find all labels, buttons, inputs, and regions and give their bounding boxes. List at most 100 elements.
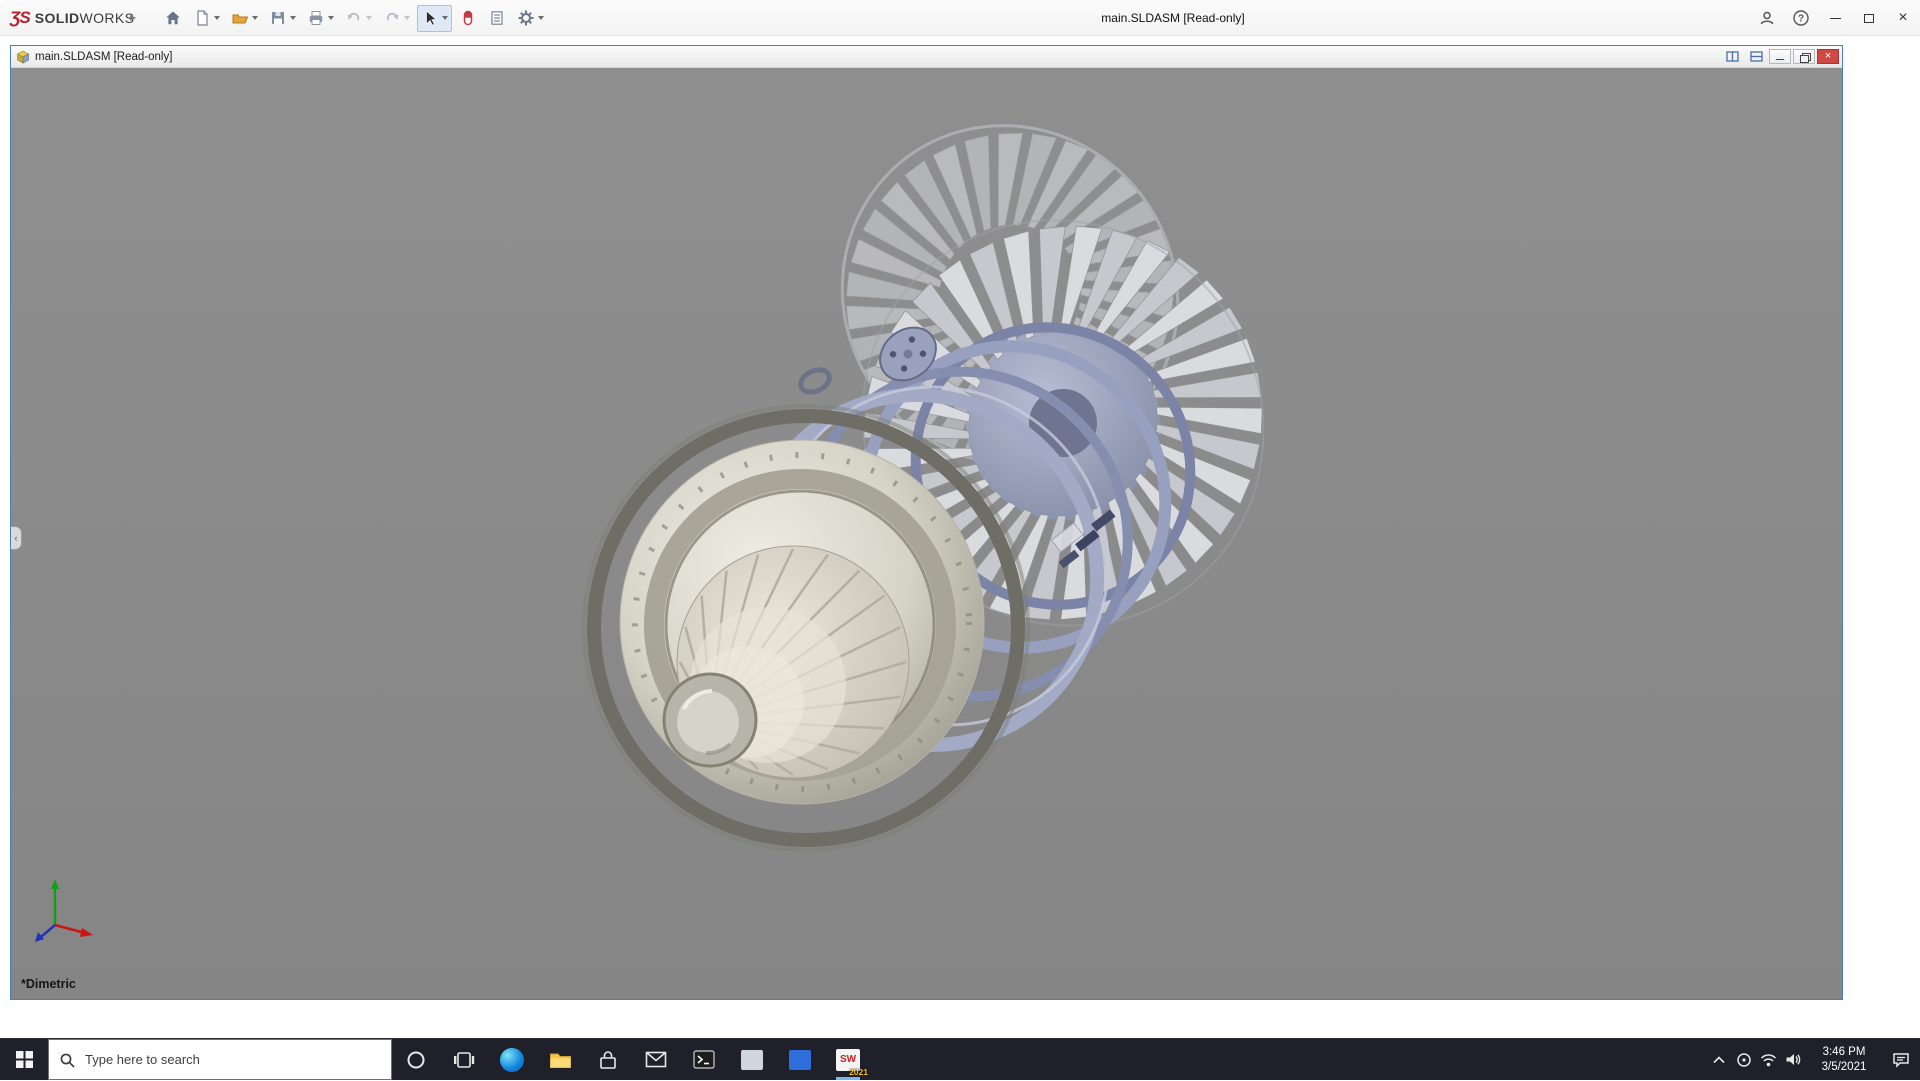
mouse-gestures-button[interactable] (455, 5, 481, 32)
print-button[interactable] (303, 5, 338, 32)
assembly-cube-icon (16, 50, 30, 64)
taskbar-file-explorer[interactable] (536, 1039, 584, 1080)
tray-network[interactable] (1756, 1039, 1781, 1081)
quick-access-toolbar (160, 4, 548, 32)
select-tool-button[interactable] (417, 5, 452, 32)
fan-duct-front (584, 406, 1028, 850)
undo-button[interactable] (341, 5, 376, 32)
tile-vertical-button[interactable] (1721, 49, 1743, 64)
home-icon (164, 9, 182, 27)
document-title: main.SLDASM [Read-only] (35, 51, 1719, 63)
brand-wordmark: SOLIDWORKS (35, 10, 135, 26)
save-button[interactable] (265, 5, 300, 32)
taskbar-app-light[interactable] (728, 1039, 776, 1080)
fan-ghost-stage (774, 68, 1246, 532)
dropdown-arrow-icon[interactable] (214, 16, 220, 20)
options-button[interactable] (484, 5, 510, 32)
open-button[interactable] (227, 5, 262, 32)
new-document-button[interactable] (189, 5, 224, 32)
dropdown-arrow-icon[interactable] (404, 16, 410, 20)
minimize-button[interactable] (1818, 0, 1852, 36)
settings-button[interactable] (513, 5, 548, 32)
taskbar-search[interactable] (48, 1039, 392, 1080)
doc-minimize-button[interactable] (1769, 49, 1791, 64)
taskbar-mail[interactable] (632, 1039, 680, 1080)
app-window-controls: ? × (1750, 0, 1920, 36)
doc-close-button[interactable]: × (1817, 49, 1839, 64)
taskbar-app-blue[interactable] (776, 1039, 824, 1080)
search-icon (59, 1052, 76, 1069)
file-explorer-icon (549, 1050, 572, 1069)
help-button[interactable]: ? (1784, 0, 1818, 36)
orientation-triad[interactable] (27, 867, 111, 947)
search-input[interactable] (49, 1040, 391, 1079)
mouse-icon (459, 9, 477, 27)
restore-icon (1800, 53, 1809, 61)
menu-expand-chevron[interactable]: ▸ (130, 10, 136, 24)
exhaust-cone (664, 546, 909, 778)
taskbar-terminal[interactable] (680, 1039, 728, 1080)
maximize-button[interactable] (1852, 0, 1886, 36)
tile-horizontal-button[interactable] (1745, 49, 1767, 64)
options-document-icon (488, 9, 506, 27)
minimize-icon (1776, 59, 1784, 60)
compressor-casing (680, 272, 1246, 815)
account-button[interactable] (1750, 0, 1784, 36)
taskbar-task-view[interactable] (440, 1039, 488, 1080)
windows-logo-icon (16, 1051, 33, 1068)
edge-icon (500, 1048, 524, 1072)
redo-icon (383, 9, 401, 27)
notification-icon (1892, 1052, 1910, 1068)
dassault-logo-mark: ƷS (10, 8, 30, 28)
engine-3d-model (11, 68, 1842, 999)
tile-horizontal-icon (1750, 51, 1763, 62)
tray-overflow-chevron[interactable] (1706, 1039, 1731, 1081)
print-icon (307, 9, 325, 27)
clock-time: 3:46 PM (1806, 1045, 1882, 1060)
dropdown-arrow-icon[interactable] (290, 16, 296, 20)
terminal-icon (693, 1050, 715, 1069)
lifting-loop (797, 366, 833, 397)
app-window-title: main.SLDASM [Read-only] (1101, 0, 1244, 36)
app-titlebar: ƷS SOLIDWORKS ▸ (0, 0, 1920, 36)
solidworks-year-badge: 2021 (849, 1067, 868, 1077)
maximize-icon (1864, 14, 1874, 23)
start-button[interactable] (0, 1039, 48, 1080)
minimize-icon (1830, 18, 1841, 19)
home-button[interactable] (160, 5, 186, 32)
taskbar-edge[interactable] (488, 1039, 536, 1080)
redo-button[interactable] (379, 5, 414, 32)
graphics-viewport[interactable]: *Dimetric ‹ (11, 68, 1842, 999)
doc-restore-button[interactable] (1793, 49, 1815, 64)
document-titlebar[interactable]: main.SLDASM [Read-only] × (11, 46, 1842, 68)
save-icon (269, 9, 287, 27)
taskbar-cortana[interactable] (392, 1039, 440, 1080)
mail-icon (645, 1051, 667, 1068)
dropdown-arrow-icon[interactable] (366, 16, 372, 20)
new-document-icon (193, 9, 211, 27)
taskbar-clock[interactable]: 3:46 PM 3/5/2021 (1806, 1045, 1882, 1075)
clock-date: 3/5/2021 (1806, 1060, 1882, 1075)
dropdown-arrow-icon[interactable] (328, 16, 334, 20)
close-icon: × (1825, 51, 1831, 62)
feature-tree-collapse-tab[interactable]: ‹ (11, 526, 22, 550)
taskbar-store[interactable] (584, 1039, 632, 1080)
dropdown-arrow-icon[interactable] (442, 16, 448, 20)
close-icon: × (1898, 9, 1907, 27)
undo-icon (345, 9, 363, 27)
taskbar-solidworks[interactable]: SW 2021 (824, 1039, 872, 1080)
tray-volume[interactable] (1781, 1039, 1806, 1081)
accessory-flange (870, 317, 947, 392)
action-center-button[interactable] (1882, 1039, 1920, 1081)
triad-x-axis (80, 928, 93, 937)
chevron-up-icon (1713, 1056, 1725, 1064)
windows-taskbar: SW 2021 3:46 PM 3/5/2021 (0, 1038, 1920, 1080)
app-tile-icon (741, 1050, 763, 1070)
user-icon (1758, 9, 1776, 27)
tray-status[interactable] (1731, 1039, 1756, 1081)
dropdown-arrow-icon[interactable] (252, 16, 258, 20)
dropdown-arrow-icon[interactable] (538, 16, 544, 20)
tile-vertical-icon (1726, 51, 1739, 62)
close-button[interactable]: × (1886, 0, 1920, 36)
app-tile-icon (789, 1050, 811, 1070)
